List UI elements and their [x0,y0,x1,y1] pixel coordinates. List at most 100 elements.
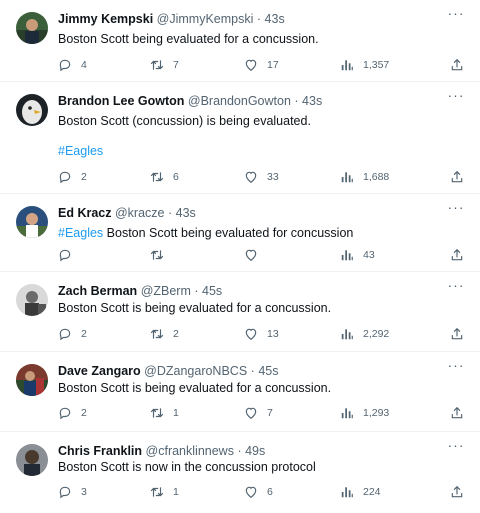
share-button[interactable] [450,57,464,73]
reply-count: 2 [81,171,87,183]
like-count: 33 [267,171,279,183]
hashtag-link[interactable]: #Eagles [58,226,103,240]
separator: · [167,206,173,220]
avatar[interactable] [16,284,48,316]
timestamp[interactable]: 43s [176,206,196,220]
more-icon[interactable]: ··· [446,6,466,22]
views-icon [341,172,353,183]
reply-button[interactable]: 2 [58,326,87,342]
avatar[interactable] [16,364,48,396]
tweet-actions: 2 1 7 1,293 [58,405,466,421]
reply-button[interactable]: 3 [58,484,87,500]
share-button[interactable] [450,326,464,342]
like-button[interactable]: 6 [244,484,273,500]
tweet-body: Boston Scott being evaluated for concuss… [103,226,354,240]
reply-icon [59,407,71,420]
like-button[interactable] [244,247,267,263]
more-icon[interactable]: ··· [446,358,466,374]
reply-button[interactable]: 4 [58,57,87,73]
avatar[interactable] [16,94,48,126]
views-button[interactable]: 1,293 [340,405,389,421]
view-count: 2,292 [363,328,390,340]
views-button[interactable]: 1,357 [340,57,389,73]
heart-icon [245,171,257,183]
avatar[interactable] [16,444,48,476]
tweet-card[interactable]: Chris Franklin @cfranklinnews · 49s ··· … [0,432,480,513]
retweet-button[interactable]: 7 [150,57,179,73]
reply-count: 4 [81,59,87,71]
timestamp[interactable]: 43s [302,94,322,108]
like-button[interactable]: 17 [244,57,279,73]
retweet-count: 7 [173,59,179,71]
retweet-button[interactable]: 2 [150,326,179,342]
tweet-card[interactable]: Brandon Lee Gowton @BrandonGowton · 43s … [0,82,480,194]
hashtag-link[interactable]: #Eagles [58,142,464,160]
tweet-card[interactable]: Zach Berman @ZBerm · 45s ··· Boston Scot… [0,272,480,352]
share-button[interactable] [450,169,464,185]
more-icon[interactable]: ··· [446,88,466,104]
tweet-card[interactable]: Dave Zangaro @DZangaroNBCS · 45s ··· Bos… [0,352,480,432]
timestamp[interactable]: 45s [202,284,222,298]
views-button[interactable]: 224 [340,484,381,500]
views-button[interactable]: 2,292 [340,326,389,342]
author-handle[interactable]: @DZangaroNBCS [144,364,247,378]
more-icon[interactable]: ··· [446,200,466,216]
views-button[interactable]: 43 [340,247,375,263]
reply-icon [59,59,71,72]
retweet-icon [150,487,164,497]
tweet-card[interactable]: Jimmy Kempski @JimmyKempski · 43s ··· Bo… [0,0,480,82]
more-icon[interactable]: ··· [446,278,466,294]
retweet-button[interactable]: 6 [150,169,179,185]
like-button[interactable]: 13 [244,326,279,342]
author-name[interactable]: Ed Kracz [58,206,112,220]
avatar[interactable] [16,206,48,238]
retweet-button[interactable]: 1 [150,405,179,421]
reply-icon [59,249,71,262]
like-button[interactable]: 7 [244,405,273,421]
share-button[interactable] [450,484,464,500]
reply-count: 2 [81,407,87,419]
share-button[interactable] [450,247,464,263]
tweet-card[interactable]: Ed Kracz @kracze · 43s ··· #Eagles Bosto… [0,194,480,272]
reply-icon [59,328,71,341]
author-handle[interactable]: @cfranklinnews [146,444,234,458]
retweet-icon [150,60,164,70]
like-count: 13 [267,328,279,340]
author-name[interactable]: Zach Berman [58,284,137,298]
author-handle[interactable]: @JimmyKempski [157,12,254,26]
reply-button[interactable] [58,247,81,263]
timestamp[interactable]: 45s [258,364,278,378]
author-handle[interactable]: @ZBerm [141,284,191,298]
share-icon [451,58,463,71]
author-name[interactable]: Brandon Lee Gowton [58,94,184,108]
timestamp[interactable]: 43s [265,12,285,26]
tweet-actions: 2 6 33 1,688 [58,169,466,185]
like-button[interactable]: 33 [244,169,279,185]
retweet-icon [150,250,164,260]
views-icon [341,408,353,419]
share-icon [451,485,463,498]
share-button[interactable] [450,405,464,421]
separator: · [250,364,255,378]
author-name[interactable]: Chris Franklin [58,444,142,458]
author-name[interactable]: Jimmy Kempski [58,12,153,26]
views-button[interactable]: 1,688 [340,169,389,185]
retweet-button[interactable]: 1 [150,484,179,500]
avatar[interactable] [16,12,48,44]
tweet-text: Boston Scott is being evaluated for a co… [58,301,332,315]
author-handle[interactable]: @BrandonGowton [188,94,291,108]
tweet-text: Boston Scott (concussion) is being evalu… [58,114,311,128]
tweet-text: Boston Scott is being evaluated for a co… [58,381,332,395]
timestamp[interactable]: 49s [245,444,265,458]
retweet-icon [150,172,164,182]
retweet-button[interactable] [150,247,173,263]
view-count: 1,293 [363,407,390,419]
retweet-count: 6 [173,171,179,183]
author-name[interactable]: Dave Zangaro [58,364,141,378]
more-icon[interactable]: ··· [446,438,466,454]
reply-button[interactable]: 2 [58,169,87,185]
views-icon [341,487,353,498]
author-handle[interactable]: @kracze [115,206,165,220]
share-icon [451,406,463,419]
reply-button[interactable]: 2 [58,405,87,421]
